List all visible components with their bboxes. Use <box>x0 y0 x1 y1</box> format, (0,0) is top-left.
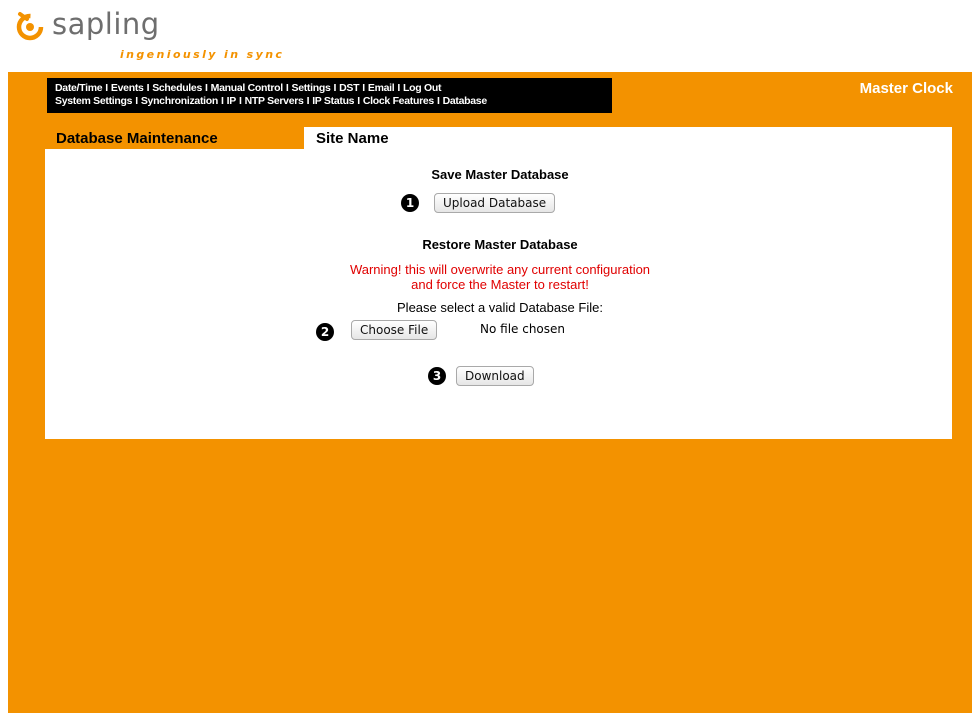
nav-separator: I <box>357 95 360 107</box>
brand-name: sapling <box>52 7 160 41</box>
step-marker-2: 2 <box>316 323 334 341</box>
restore-heading: Restore Master Database <box>422 237 578 252</box>
nav-link-schedules[interactable]: Schedules <box>152 82 202 95</box>
nav-link-ntp-servers[interactable]: NTP Servers <box>245 95 304 108</box>
nav-link-ip-status[interactable]: IP Status <box>312 95 354 108</box>
nav-link-log-out[interactable]: Log Out <box>403 82 441 95</box>
nav-separator: I <box>105 82 108 94</box>
nav-link-dst[interactable]: DST <box>339 82 359 95</box>
step-marker-3: 3 <box>428 367 446 385</box>
nav-separator: I <box>333 82 337 94</box>
nav-separator: I <box>221 95 224 107</box>
nav-link-events[interactable]: Events <box>111 82 144 95</box>
nav-link-database[interactable]: Database <box>443 95 488 108</box>
nav-separator: I <box>205 82 208 94</box>
nav-link-manual-control[interactable]: Manual Control <box>211 82 284 95</box>
nav-link-settings[interactable]: Settings <box>291 82 330 95</box>
nav-separator: I <box>285 82 289 94</box>
nav-row-1: Date/Time I Events I Schedules I Manual Con… <box>55 82 612 95</box>
nav-link-system-settings[interactable]: System Settings <box>55 95 133 108</box>
section-title: Database Maintenance <box>56 130 218 147</box>
nav-separator: I <box>397 82 401 94</box>
nav-link-clock-features[interactable]: Clock Features <box>363 95 434 108</box>
nav-link-date-time[interactable]: Date/Time <box>55 82 103 95</box>
nav-separator: I <box>436 95 440 107</box>
nav-separator: I <box>362 82 365 94</box>
nav-separator: I <box>238 95 242 107</box>
sapling-logo: sapling <box>14 6 314 46</box>
nav-link-email[interactable]: Email <box>368 82 395 95</box>
main-nav: Date/Time I Events I Schedules I Manual Con… <box>47 78 612 113</box>
warning-line-2: and force the Master to restart! <box>411 277 589 292</box>
nav-separator: I <box>146 82 150 94</box>
file-status: No file chosen <box>480 322 566 336</box>
nav-separator: I <box>135 95 138 107</box>
download-button[interactable]: Download <box>456 366 534 386</box>
nav-separator: I <box>306 95 310 107</box>
brand-tagline: ingeniously in sync <box>120 48 285 61</box>
choose-file-button[interactable]: Choose File <box>351 320 438 340</box>
site-name-bar <box>304 127 952 149</box>
site-name: Site Name <box>316 130 389 147</box>
nav-link-ip[interactable]: IP <box>227 95 237 108</box>
device-title: Master Clock <box>859 80 953 97</box>
step-marker-1: 1 <box>401 194 419 212</box>
sapling-swirl-icon <box>16 12 44 41</box>
upload-database-button[interactable]: Upload Database <box>434 193 556 213</box>
select-file-prompt: Please select a valid Database File: <box>397 300 603 315</box>
nav-link-synchronization[interactable]: Synchronization <box>141 95 218 108</box>
warning-line-1: Warning! this will overwrite any current… <box>349 262 651 277</box>
save-heading: Save Master Database <box>431 167 569 182</box>
nav-row-2: System Settings I Synchronization I IP I NT… <box>55 95 612 108</box>
